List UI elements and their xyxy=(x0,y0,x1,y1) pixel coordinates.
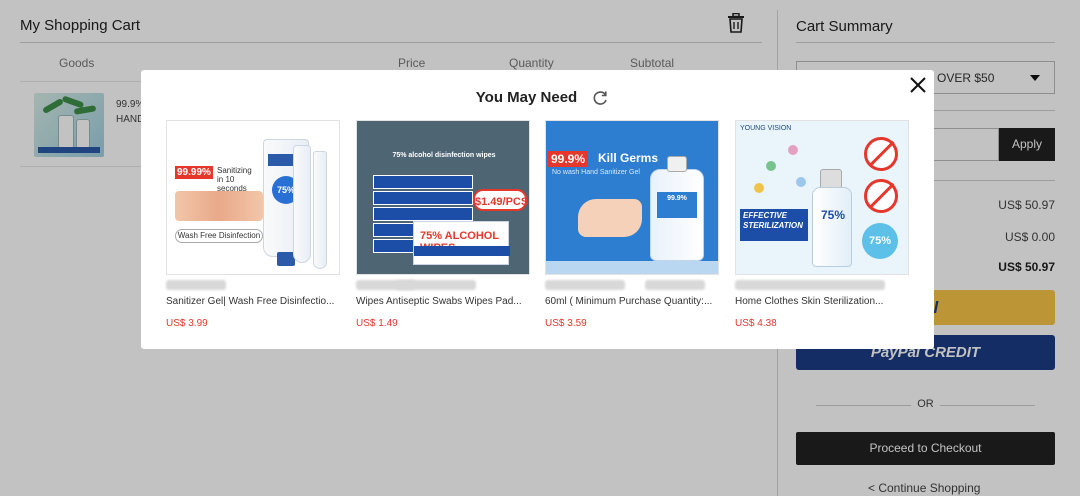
spray-cap-graphic xyxy=(820,169,842,189)
product-badge: 99.9% xyxy=(548,151,589,167)
product-price: US$ 3.99 xyxy=(166,318,208,329)
bottle-graphic: 99.9% xyxy=(650,156,704,261)
blurred-text xyxy=(645,280,705,290)
bottle-graphic xyxy=(293,145,311,263)
product-card[interactable]: 99.99% Sanitizing in 10 seconds Wash Fre… xyxy=(166,120,340,329)
virus-graphic xyxy=(788,145,798,155)
hand-graphic xyxy=(578,199,642,237)
blurred-text xyxy=(545,280,625,290)
blurred-text xyxy=(396,280,476,290)
close-icon[interactable] xyxy=(906,73,930,97)
bottle-graphic xyxy=(313,151,327,269)
product-badge: 99.99% xyxy=(175,166,213,179)
product-price: US$ 3.59 xyxy=(545,318,587,329)
product-price: US$ 4.38 xyxy=(735,318,777,329)
prohibited-icon xyxy=(864,179,898,213)
product-card[interactable]: 75% alcohol disinfection wipes 75% ALCOH… xyxy=(356,120,530,329)
price-tag-graphic: $1.49/PCS xyxy=(473,189,528,211)
effect-banner: EFFECTIVE STERILIZATION xyxy=(740,209,808,241)
spray-label: 75% xyxy=(820,208,846,222)
product-header-text: 75% alcohol disinfection wipes xyxy=(392,152,496,159)
product-image[interactable]: 75% alcohol disinfection wipes 75% ALCOH… xyxy=(356,120,530,275)
product-name[interactable]: Sanitizer Gel| Wash Free Disinfectio... xyxy=(166,296,340,307)
bottle-label: 99.9% xyxy=(657,192,697,218)
spray-bottle-graphic: 75% xyxy=(812,187,852,267)
hands-graphic xyxy=(175,191,263,221)
virus-graphic xyxy=(796,177,806,187)
product-brand: YOUNG VISION xyxy=(740,125,792,132)
blurred-text xyxy=(166,280,226,290)
product-badge-text: Sanitizing in 10 seconds xyxy=(217,166,252,193)
refresh-icon[interactable] xyxy=(591,89,609,107)
product-subtext: No wash Hand Sanitizer Gel xyxy=(552,169,640,176)
base-graphic xyxy=(546,261,718,274)
product-image[interactable]: 99.9% Kill Germs No wash Hand Sanitizer … xyxy=(545,120,719,275)
product-name[interactable]: Home Clothes Skin Sterilization... xyxy=(735,296,909,307)
product-headline: Kill Germs xyxy=(598,151,659,165)
product-card[interactable]: 99.9% Kill Germs No wash Hand Sanitizer … xyxy=(545,120,719,329)
blurred-text xyxy=(735,280,885,290)
wipes-pack-graphic xyxy=(373,191,473,205)
percent-badge: 75% xyxy=(862,223,898,259)
wipes-pack-graphic xyxy=(373,207,473,221)
product-price: US$ 1.49 xyxy=(356,318,398,329)
product-image[interactable]: YOUNG VISION 75% EFFECTIVE STERILIZATION… xyxy=(735,120,909,275)
wipes-pack-graphic xyxy=(373,175,473,189)
product-footer-text: Wash Free Disinfection xyxy=(175,229,263,243)
product-name[interactable]: 60ml ( Minimum Purchase Quantity:... xyxy=(545,296,719,307)
wipes-pack-front: 75% ALCOHOL WIPES xyxy=(413,221,510,265)
product-image[interactable]: 99.99% Sanitizing in 10 seconds Wash Fre… xyxy=(166,120,340,275)
virus-graphic xyxy=(766,161,776,171)
virus-graphic xyxy=(754,183,764,193)
modal-title: You May Need xyxy=(475,89,578,106)
prohibited-icon xyxy=(864,137,898,171)
product-card[interactable]: YOUNG VISION 75% EFFECTIVE STERILIZATION… xyxy=(735,120,909,329)
you-may-need-modal: You May Need 99.99% Sanitizing in 10 sec… xyxy=(141,70,934,349)
product-name[interactable]: Wipes Antiseptic Swabs Wipes Pad... xyxy=(356,296,530,307)
